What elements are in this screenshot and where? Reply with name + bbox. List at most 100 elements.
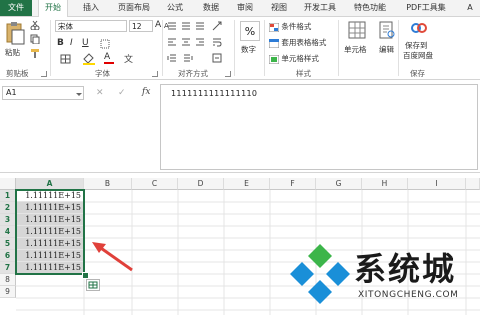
cell-styles-icon xyxy=(269,54,279,64)
baidu-cloud-icon[interactable] xyxy=(410,20,428,38)
editing-icon[interactable] xyxy=(378,21,396,41)
table-format-icon xyxy=(269,38,279,48)
row-header-1[interactable]: 1 xyxy=(0,190,16,202)
wrap-text-icon[interactable] xyxy=(212,37,222,49)
font-launcher[interactable] xyxy=(152,71,158,77)
underline-button[interactable]: U xyxy=(82,38,89,48)
bold-button[interactable]: B xyxy=(57,38,64,48)
indent-icon[interactable] xyxy=(167,53,193,65)
conditional-format-label: 条件格式 xyxy=(281,22,312,31)
clipboard-launcher[interactable] xyxy=(41,71,47,77)
merge-center-icon[interactable] xyxy=(212,53,222,65)
orientation-icon[interactable] xyxy=(212,21,222,33)
cells-icon[interactable] xyxy=(348,21,366,41)
divider xyxy=(234,20,235,76)
name-box-dropdown-icon[interactable] xyxy=(76,90,82,99)
column-header-f[interactable]: F xyxy=(270,178,316,190)
font-size-select[interactable]: 12 xyxy=(129,20,153,32)
tab-features[interactable]: 特色功能 xyxy=(348,0,392,16)
group-label-font: 字体 xyxy=(95,69,110,78)
cell-styles-button[interactable]: 单元格样式 xyxy=(269,53,319,64)
tab-file[interactable]: 文件 xyxy=(0,0,32,16)
ribbon-tab-bar: 文件 开始 插入 页面布局 公式 数据 审阅 视图 开发工具 特色功能 PDF工… xyxy=(0,0,480,17)
cut-icon[interactable] xyxy=(30,20,40,32)
row-header-3[interactable]: 3 xyxy=(0,214,16,226)
formula-input[interactable]: 1111111111111110 xyxy=(160,84,478,170)
number-format-button[interactable]: % xyxy=(240,21,260,41)
tab-home[interactable]: 开始 xyxy=(38,0,68,17)
divider xyxy=(264,20,265,76)
conditional-format-icon xyxy=(269,22,279,32)
enter-icon[interactable]: ✓ xyxy=(118,88,126,98)
paste-icon xyxy=(6,22,25,45)
column-header-i[interactable]: I xyxy=(408,178,466,190)
paste-label: 粘贴 xyxy=(5,48,20,57)
red-arrow-annotation xyxy=(92,242,133,272)
italic-button[interactable]: I xyxy=(70,38,73,48)
border-icon[interactable] xyxy=(100,39,110,51)
conditional-format-button[interactable]: 条件格式 xyxy=(269,21,311,32)
grow-font-button[interactable]: A xyxy=(155,20,161,30)
borders-icon[interactable] xyxy=(60,54,72,66)
quick-analysis-button[interactable] xyxy=(86,279,100,291)
font-color-button[interactable]: A xyxy=(104,52,114,64)
align-top-icon[interactable] xyxy=(167,21,207,33)
column-header-c[interactable]: C xyxy=(132,178,178,190)
font-color-swatch xyxy=(104,62,114,64)
column-header-overflow[interactable] xyxy=(466,178,480,190)
row-header-7[interactable]: 7 xyxy=(0,262,16,274)
row-header-6[interactable]: 6 xyxy=(0,250,16,262)
tab-pdf-tools[interactable]: PDF工具集 xyxy=(400,0,452,16)
tab-review[interactable]: 审阅 xyxy=(230,0,260,16)
divider xyxy=(162,20,163,76)
cells-label: 单元格 xyxy=(344,45,367,54)
tab-formulas[interactable]: 公式 xyxy=(160,0,190,16)
column-header-e[interactable]: E xyxy=(224,178,270,190)
copy-icon[interactable] xyxy=(30,34,40,46)
formula-bar: A1 ✕ ✓ fx 1111111111111110 xyxy=(0,80,480,173)
tab-overflow[interactable]: A xyxy=(460,0,480,16)
divider xyxy=(398,20,399,76)
watermark-url: XITONGCHENG.COM xyxy=(358,290,459,300)
column-header-d[interactable]: D xyxy=(178,178,224,190)
tab-view[interactable]: 视图 xyxy=(264,0,294,16)
row-header-9[interactable]: 9 xyxy=(0,286,16,298)
font-name-select[interactable]: 宋体 xyxy=(55,20,127,32)
alignment-launcher[interactable] xyxy=(225,71,231,77)
align-left-icon[interactable] xyxy=(167,37,207,49)
format-painter-icon[interactable] xyxy=(30,48,40,60)
name-box[interactable]: A1 xyxy=(2,86,84,100)
tab-data[interactable]: 数据 xyxy=(196,0,226,16)
formula-value: 1111111111111110 xyxy=(171,89,258,98)
row-header-5[interactable]: 5 xyxy=(0,238,16,250)
group-label-clipboard: 剪贴板 xyxy=(6,69,29,78)
watermark: 系统城 XITONGCHENG.COM xyxy=(288,240,478,306)
tab-insert[interactable]: 插入 xyxy=(76,0,106,16)
row-header-8[interactable]: 8 xyxy=(0,274,16,286)
column-header-g[interactable]: G xyxy=(316,178,362,190)
divider xyxy=(338,20,339,76)
fill-color-icon[interactable] xyxy=(82,53,96,67)
baidu-pan-label[interactable]: 百度网盘 xyxy=(403,50,433,61)
divider xyxy=(50,20,51,76)
cell-styles-label: 单元格样式 xyxy=(281,54,319,63)
paste-button[interactable] xyxy=(4,20,26,46)
cancel-icon[interactable]: ✕ xyxy=(96,88,104,98)
column-header-b[interactable]: B xyxy=(84,178,132,190)
insert-function-button[interactable]: fx xyxy=(142,87,150,97)
phonetic-button[interactable]: 文 xyxy=(124,52,133,65)
format-as-table-button[interactable]: 套用表格格式 xyxy=(269,37,326,48)
column-header-h[interactable]: H xyxy=(362,178,408,190)
tab-developer[interactable]: 开发工具 xyxy=(298,0,342,16)
select-all-corner[interactable] xyxy=(0,178,16,190)
editing-label: 编辑 xyxy=(379,45,394,54)
group-label-save: 保存 xyxy=(410,69,425,78)
quick-analysis-icon xyxy=(88,281,98,289)
row-header-2[interactable]: 2 xyxy=(0,202,16,214)
tab-page-layout[interactable]: 页面布局 xyxy=(112,0,156,16)
group-label-alignment: 对齐方式 xyxy=(178,69,208,78)
row-header-4[interactable]: 4 xyxy=(0,226,16,238)
number-label: 数字 xyxy=(241,45,256,54)
group-label-styles: 样式 xyxy=(296,69,311,78)
format-as-table-label: 套用表格格式 xyxy=(281,38,327,47)
